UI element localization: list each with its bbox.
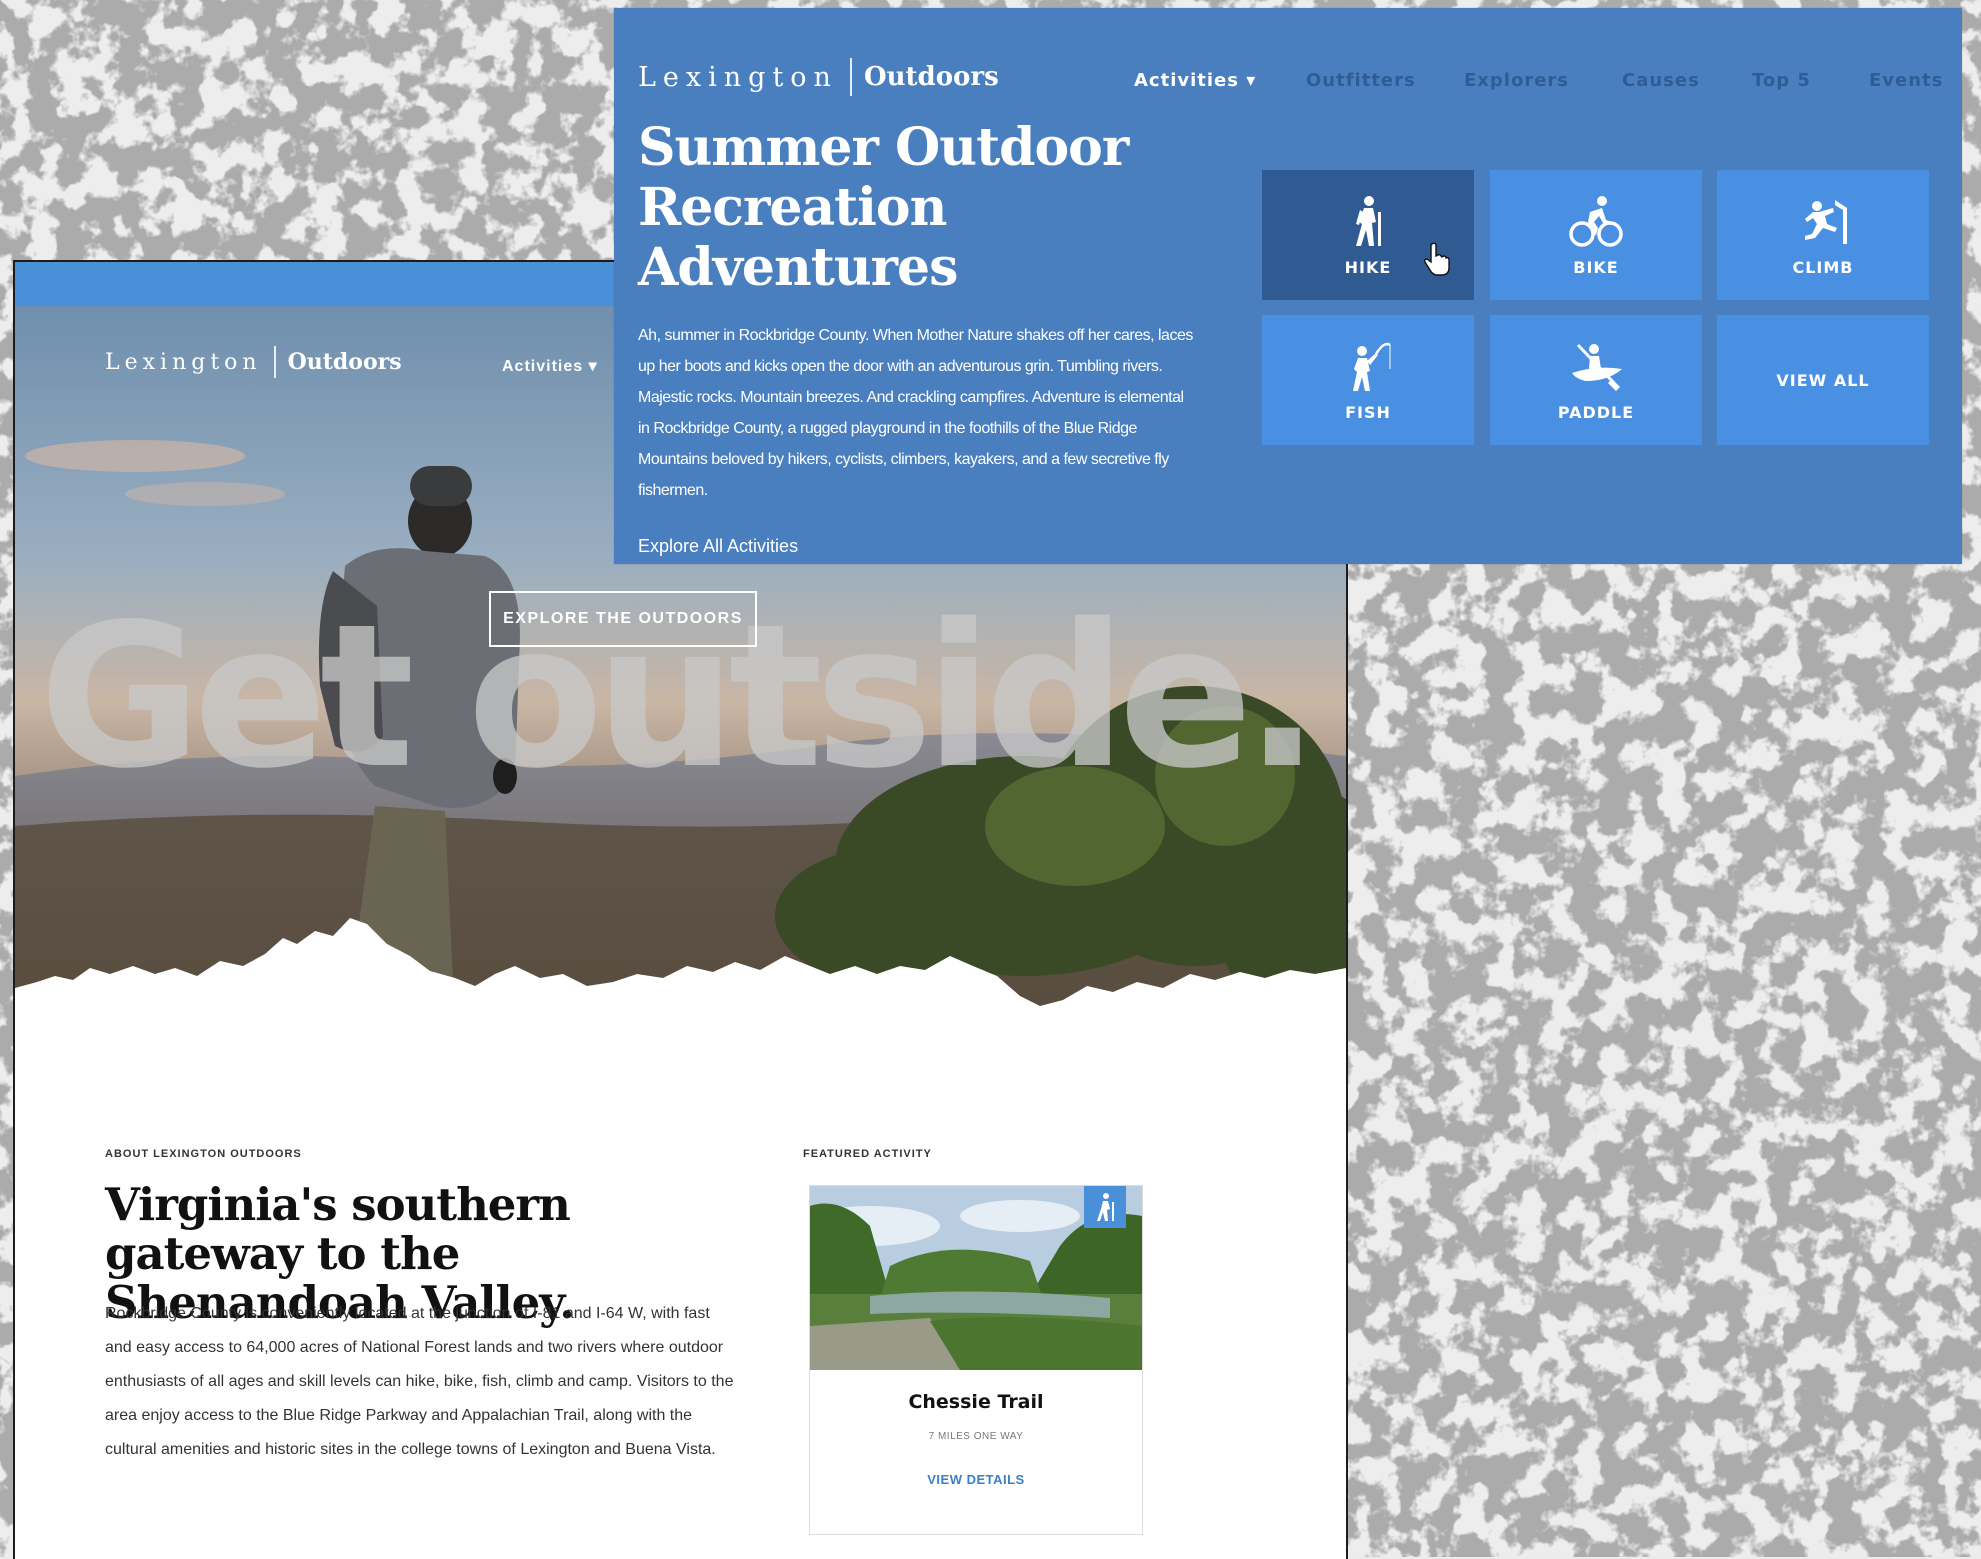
nav-explorers[interactable]: Explorers — [1464, 70, 1569, 91]
climber-icon — [1805, 199, 1847, 244]
menu-heading: Summer Outdoor Recreation Adventures — [638, 117, 1129, 298]
nav-events[interactable]: Events — [1869, 70, 1943, 91]
logo-divider — [849, 58, 852, 96]
logo-divider — [273, 346, 276, 378]
activity-tile-fish[interactable]: FISH — [1262, 315, 1474, 445]
explore-the-outdoors-button[interactable]: EXPLORE THE OUTDOORS — [489, 591, 757, 647]
nav-top-5[interactable]: Top 5 — [1752, 70, 1811, 91]
kayaker-icon — [1572, 343, 1622, 391]
tile-label: BIKE — [1573, 257, 1619, 277]
hero-logo[interactable]: Lexington Outdoors — [105, 346, 402, 378]
cyclist-icon — [1569, 195, 1623, 247]
featured-activity-card[interactable]: Chessie Trail 7 MILES ONE WAY VIEW DETAI… — [809, 1185, 1143, 1535]
nav-activities[interactable]: Activities ▾ — [1134, 70, 1256, 91]
view-details-link[interactable]: VIEW DETAILS — [810, 1472, 1142, 1487]
explore-all-activities-link[interactable]: Explore All Activities — [638, 536, 798, 557]
about-body-text: Rockbridge County is conveniently locate… — [105, 1305, 734, 1458]
activities-mega-menu: Lexington Outdoors Activities ▾ Outfitte… — [614, 8, 1962, 564]
featured-activity-distance: 7 MILES ONE WAY — [928, 1431, 1024, 1442]
menu-description: Ah, summer in Rockbridge County. When Mo… — [638, 327, 1193, 499]
logo-text-bold: Outdoors — [287, 349, 402, 375]
activity-tile-climb[interactable]: CLIMB — [1717, 170, 1929, 300]
tile-label: FISH — [1345, 402, 1391, 422]
activity-tile-paddle[interactable]: PADDLE — [1490, 315, 1702, 445]
featured-eyebrow: FEATURED ACTIVITY — [803, 1148, 932, 1160]
angler-icon — [1353, 342, 1391, 391]
activity-tile-view-all[interactable]: VIEW ALL — [1717, 315, 1929, 445]
logo-text-bold: Outdoors — [863, 62, 999, 92]
tile-label: PADDLE — [1557, 402, 1635, 422]
logo-text-light: Lexington — [638, 61, 838, 93]
tile-label: VIEW ALL — [1776, 370, 1870, 390]
menu-logo[interactable]: Lexington Outdoors — [638, 58, 999, 96]
tile-label: CLIMB — [1792, 257, 1854, 277]
hero-nav-activities[interactable]: Activities ▾ — [502, 356, 598, 376]
hand-pointer-cursor-icon — [1424, 242, 1450, 276]
activity-tile-hike[interactable]: HIKE — [1262, 170, 1474, 300]
about-eyebrow: ABOUT LEXINGTON OUTDOORS — [105, 1148, 302, 1160]
tile-label: HIKE — [1344, 257, 1392, 277]
hiker-icon — [1084, 1186, 1126, 1228]
logo-text-light: Lexington — [105, 349, 262, 375]
nav-causes[interactable]: Causes — [1622, 70, 1700, 91]
activity-tile-bike[interactable]: BIKE — [1490, 170, 1702, 300]
hiker-icon — [1356, 195, 1381, 246]
nav-outfitters[interactable]: Outfitters — [1306, 70, 1416, 91]
featured-activity-title: Chessie Trail — [908, 1391, 1044, 1413]
